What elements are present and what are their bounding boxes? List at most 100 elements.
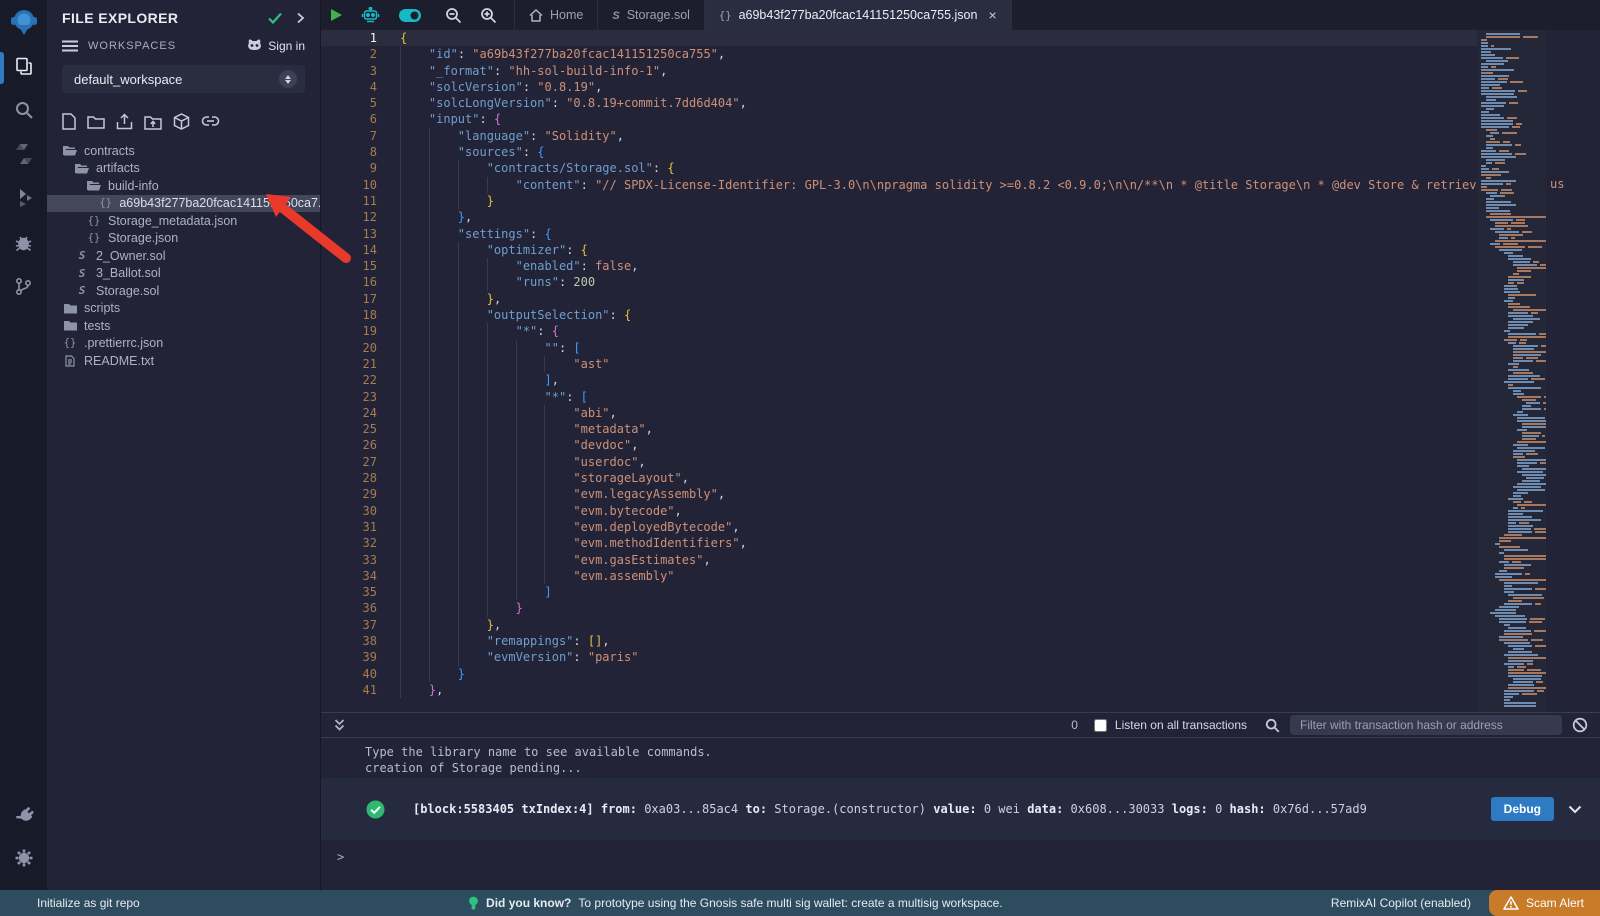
tab[interactable]: SStorage.sol [598,0,705,30]
minimap-line [1534,630,1546,632]
code-token: "abi" [573,406,609,420]
tree-item[interactable]: {}Storage_metadata.json [47,212,320,230]
tree-item[interactable]: build-info [47,177,320,195]
tree-item[interactable]: S2_Owner.sol [47,247,320,265]
minimap-line [1495,240,1547,242]
file-explorer-icon[interactable] [0,44,47,88]
transaction-filter-input[interactable] [1290,715,1562,735]
settings-gear-icon[interactable] [0,836,47,880]
zoom-out-icon[interactable] [431,0,471,30]
tree-item[interactable]: scripts [47,300,320,318]
copilot-status[interactable]: RemixAI Copilot (enabled) [1331,896,1471,910]
workspace-select[interactable]: default_workspace [62,65,305,93]
indent-guide [516,584,517,600]
code-editor[interactable]: 1{2 "id": "a69b43f277ba20fcac141151250ca… [321,30,1600,712]
sign-in-button[interactable]: Sign in [246,38,305,53]
code-line: 20 "": [ [321,340,1477,356]
panel-collapse-chevron-icon[interactable] [296,12,305,24]
ai-copilot-robot-icon[interactable] [352,0,389,30]
indent-guide [458,437,459,453]
code-line: 33 "evm.gasEstimates", [321,552,1477,568]
tree-item[interactable]: contracts [47,142,320,160]
code-token: , [631,438,638,452]
solidity-compiler-icon[interactable] [0,132,47,176]
tab[interactable]: Home [514,0,598,30]
git-init-status[interactable]: Initialize as git repo [37,896,140,910]
zoom-in-icon[interactable] [471,0,506,30]
clear-console-icon[interactable] [1572,717,1588,733]
code-token: "outputSelection" [487,308,610,322]
minimap-line [1517,483,1546,485]
code-token: , [494,292,501,306]
minimap-line [1544,408,1546,410]
minimap-line [1518,90,1527,92]
deploy-run-icon[interactable] [0,176,47,220]
minimap-line [1486,192,1498,194]
indent-guide [544,486,545,502]
code-token: : [559,341,573,355]
debug-button[interactable]: Debug [1491,797,1554,821]
terminal-collapse-icon[interactable] [333,718,346,732]
minimap-line [1504,567,1524,569]
minimap-line [1508,657,1546,659]
indent-guide [429,633,430,649]
minimap-line [1504,555,1547,557]
code-token: : [573,650,587,664]
minimap-line [1524,501,1531,503]
remix-logo-icon[interactable] [0,0,47,44]
indent-guide [400,389,401,405]
scam-alert-badge[interactable]: Scam Alert [1489,890,1600,916]
copilot-toggle-icon[interactable] [389,0,431,30]
upload-file-icon[interactable] [116,113,133,130]
debugger-icon[interactable] [0,220,47,264]
code-token: "settings" [458,227,530,241]
close-tab-icon[interactable]: × [988,7,996,23]
expand-transaction-chevron-icon[interactable] [1568,805,1582,814]
transaction-entry[interactable]: [block:5583405 txIndex:4] from: 0xa03...… [321,778,1600,840]
terminal-prompt[interactable]: > [337,850,344,864]
publish-to-gist-icon[interactable] [173,113,190,130]
terminal-toolbar: 0 Listen on all transactions [321,712,1600,738]
upload-folder-icon[interactable] [144,114,162,130]
indent-guide [544,535,545,551]
minimap-line [1504,549,1529,551]
workspace-stepper-icon[interactable] [279,70,297,88]
tree-item[interactable]: {}a69b43f277ba20fcac141151250ca7... [47,195,320,213]
tree-item[interactable]: S3_Ballot.sol [47,265,320,283]
code-token: { [667,161,674,175]
tree-item[interactable]: {}.prettierrc.json [47,335,320,353]
minimap-line [1481,93,1514,95]
link-icon[interactable] [201,114,220,129]
terminal[interactable]: Type the library name to see available c… [321,738,1600,890]
indent-guide [429,193,430,209]
minimap-line [1481,90,1515,92]
minimap-line [1481,57,1503,59]
tree-item[interactable]: README.txt [47,352,320,370]
search-icon[interactable] [0,88,47,132]
minimap[interactable] [1477,30,1546,712]
tree-item[interactable]: SStorage.sol [47,282,320,300]
minimap-line [1481,78,1495,80]
code-line: 2 "id": "a69b43f277ba20fcac141151250ca75… [321,46,1477,62]
tree-item[interactable]: {}Storage.json [47,230,320,248]
tree-item[interactable]: tests [47,317,320,335]
line-number: 2 [321,46,400,62]
git-icon[interactable] [0,264,47,308]
tab-label: Storage.sol [627,8,690,22]
code-token: "optimizer" [487,243,566,257]
new-folder-icon[interactable] [87,114,105,129]
minimap-line [1544,396,1546,398]
code-token: "devdoc" [573,438,631,452]
plugin-manager-icon[interactable] [0,792,47,836]
code-token: "remappings" [487,634,574,648]
indent-guide [487,486,488,502]
listen-all-transactions-checkbox[interactable] [1094,719,1107,732]
tree-item[interactable]: artifacts [47,160,320,178]
code-line: 27 "userdoc", [321,454,1477,470]
tab[interactable]: {}a69b43f277ba20fcac141151250ca755.json× [705,0,1012,30]
minimap-line [1513,456,1526,458]
new-file-icon[interactable] [62,113,76,130]
run-script-icon[interactable] [321,0,352,30]
hamburger-menu-icon[interactable] [62,40,78,52]
indent-guide [400,584,401,600]
